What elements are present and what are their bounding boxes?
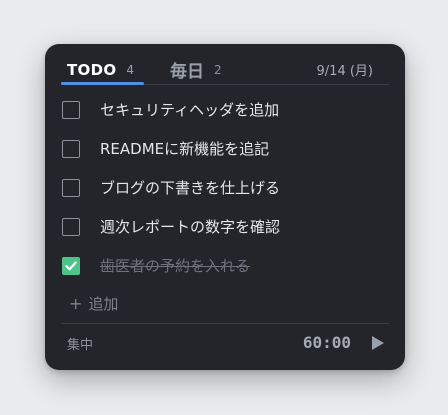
play-icon[interactable] [371, 335, 385, 351]
date-label: 9/14 (月) [316, 64, 373, 79]
task-text: ブログの下書きを仕上げる [100, 179, 281, 197]
tab-todo-count: 4 [126, 62, 135, 77]
task-checkbox[interactable] [62, 100, 80, 119]
tab-daily-count: 2 [214, 62, 222, 77]
task-text: セキュリティヘッダを追加 [100, 101, 280, 119]
task-checkbox-checked[interactable] [62, 256, 80, 275]
task-item-done[interactable]: 歯医者の予約を入れる [62, 246, 388, 285]
task-list: セキュリティヘッダを追加 READMEに新機能を追記 ブログの下書きを仕上げる … [62, 90, 388, 321]
task-checkbox[interactable] [62, 217, 80, 236]
tab-daily-label: 毎日 [170, 62, 204, 82]
tab-daily[interactable]: 毎日 2 [170, 56, 222, 83]
task-item[interactable]: READMEに新機能を追記 [62, 129, 388, 168]
add-task-button[interactable]: + 追加 [62, 285, 388, 321]
task-item[interactable]: セキュリティヘッダを追加 [62, 90, 388, 129]
active-tab-indicator [61, 82, 145, 85]
plus-icon: + [69, 293, 83, 313]
task-text: 週次レポートの数字を確認 [100, 218, 281, 236]
focus-label: 集中 [67, 338, 94, 353]
add-task-label: 追加 [88, 294, 119, 313]
focus-footer: 集中 60:00 [61, 323, 389, 364]
task-item[interactable]: 週次レポートの数字を確認 [62, 207, 388, 246]
tab-todo-label: TODO [67, 60, 117, 79]
todo-widget: TODO 4 毎日 2 9/14 (月) セキュリティヘッダを追加 README… [45, 44, 405, 370]
task-text: 歯医者の予約を入れる [100, 257, 251, 275]
task-checkbox[interactable] [62, 139, 80, 158]
task-item[interactable]: ブログの下書きを仕上げる [62, 168, 388, 207]
timer-display: 60:00 [302, 333, 351, 352]
checkmark-icon [65, 261, 77, 270]
task-text: READMEに新機能を追記 [100, 140, 270, 158]
tab-bar: TODO 4 毎日 2 9/14 (月) [61, 56, 389, 85]
tab-todo[interactable]: TODO 4 [61, 56, 145, 85]
task-checkbox[interactable] [62, 178, 80, 197]
